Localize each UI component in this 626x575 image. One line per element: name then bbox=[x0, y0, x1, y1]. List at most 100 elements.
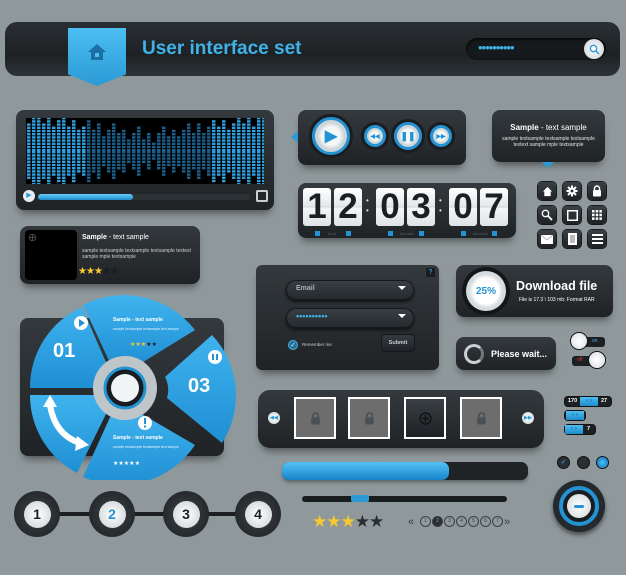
submit-button[interactable]: Submit bbox=[382, 335, 414, 351]
radio-checked[interactable]: ✓ bbox=[558, 457, 569, 468]
carousel-slot-locked[interactable] bbox=[460, 397, 502, 439]
eq-bar-cell bbox=[262, 123, 264, 126]
play-button[interactable]: ▶ bbox=[312, 117, 350, 155]
search-button[interactable] bbox=[538, 206, 556, 224]
mail-button[interactable] bbox=[538, 230, 556, 248]
spinner-arrows[interactable]: ‹ › bbox=[565, 425, 583, 434]
eq-bar-cell bbox=[112, 163, 116, 167]
menu-button[interactable] bbox=[588, 230, 606, 248]
segment-rating[interactable]: ★★★★★ bbox=[113, 460, 140, 467]
spinner-value-right: 27 bbox=[601, 398, 608, 404]
grid-button[interactable] bbox=[588, 206, 606, 224]
email-field[interactable]: Email bbox=[286, 280, 414, 300]
minus-knob-button[interactable] bbox=[553, 480, 605, 532]
password-field[interactable]: •••••••••• bbox=[286, 308, 414, 328]
card-rating[interactable]: ★★★★★ bbox=[78, 266, 119, 277]
page-4[interactable]: 4 bbox=[456, 516, 467, 527]
number-spinner[interactable]: 170 ‹ › 27 bbox=[565, 397, 611, 406]
eq-bar-cell bbox=[182, 133, 186, 136]
carousel-slot-locked[interactable] bbox=[348, 397, 390, 439]
star-icon[interactable]: ★ bbox=[326, 512, 341, 531]
radio-empty[interactable] bbox=[578, 457, 589, 468]
step-1[interactable]: 1 bbox=[14, 491, 60, 537]
eq-bar-cell bbox=[62, 118, 66, 120]
pagination-next[interactable]: » bbox=[504, 515, 510, 529]
star-icon[interactable]: ★ bbox=[110, 266, 119, 277]
eq-bar-cell bbox=[112, 139, 116, 142]
eq-bar-cell bbox=[137, 133, 141, 136]
home-button[interactable] bbox=[538, 182, 556, 200]
star-icon[interactable]: ★ bbox=[135, 460, 140, 467]
star-icon[interactable]: ★ bbox=[86, 266, 95, 277]
pause-icon[interactable] bbox=[208, 350, 222, 364]
star-icon[interactable]: ★ bbox=[78, 266, 87, 277]
spinner-arrows[interactable]: ‹ › bbox=[566, 411, 584, 420]
eq-bar-cell bbox=[192, 151, 196, 154]
remember-checkbox[interactable]: ✓ bbox=[288, 340, 298, 350]
add-icon[interactable]: ⊕ bbox=[28, 231, 37, 244]
fullscreen-icon[interactable] bbox=[256, 190, 268, 202]
slider-track[interactable] bbox=[302, 495, 507, 502]
toggle-off[interactable]: off bbox=[572, 352, 605, 368]
star-icon[interactable]: ★ bbox=[102, 266, 111, 277]
dial-knob[interactable] bbox=[111, 374, 139, 402]
eq-bar-cell bbox=[187, 126, 191, 129]
play-icon[interactable]: ▶ bbox=[23, 190, 35, 202]
rewind-button[interactable]: ◀◀ bbox=[364, 125, 386, 147]
page-2[interactable]: 2 bbox=[432, 516, 443, 527]
page-7[interactable]: 7 bbox=[492, 516, 503, 527]
card-thumbnail[interactable]: ⊕ bbox=[25, 230, 77, 280]
page-1[interactable]: 1 bbox=[420, 516, 431, 527]
number-spinner[interactable]: ‹ › 7 bbox=[565, 425, 595, 434]
clock-label-seconds: seconds bbox=[473, 231, 488, 236]
pause-button[interactable]: ❚❚ bbox=[394, 122, 422, 150]
toggle-on[interactable]: on bbox=[571, 333, 605, 349]
pagination-prev[interactable]: « bbox=[408, 515, 414, 529]
eq-bar-cell bbox=[192, 145, 196, 149]
page-6[interactable]: 6 bbox=[480, 516, 491, 527]
eq-bar-cell bbox=[157, 160, 161, 163]
home-ribbon[interactable] bbox=[68, 28, 126, 86]
document-button[interactable] bbox=[563, 230, 581, 248]
carousel-slot-add[interactable] bbox=[404, 397, 446, 439]
carousel-prev-button[interactable]: ◀◀ bbox=[268, 412, 280, 424]
star-icon[interactable]: ★ bbox=[94, 266, 103, 277]
progress-track[interactable] bbox=[38, 194, 250, 200]
star-icon[interactable]: ★ bbox=[369, 512, 384, 531]
page-5[interactable]: 5 bbox=[468, 516, 479, 527]
eq-bar-cell bbox=[212, 176, 216, 179]
eq-bar-cell bbox=[247, 145, 251, 149]
eq-bar-cell bbox=[97, 136, 101, 139]
step-4[interactable]: 4 bbox=[235, 491, 281, 537]
eq-bar-cell bbox=[247, 120, 251, 123]
star-icon[interactable]: ★ bbox=[341, 512, 356, 531]
search-button[interactable] bbox=[584, 39, 604, 59]
step-3[interactable]: 3 bbox=[163, 491, 209, 537]
eq-bar-cell bbox=[252, 154, 256, 157]
carousel-slot-locked[interactable] bbox=[294, 397, 336, 439]
spinner-arrows[interactable]: ‹ › bbox=[580, 397, 598, 406]
page-3[interactable]: 3 bbox=[444, 516, 455, 527]
star-icon[interactable]: ★ bbox=[312, 512, 327, 531]
segment-rating[interactable]: ★★★★★ bbox=[130, 341, 157, 348]
eq-bar-cell bbox=[197, 139, 201, 142]
number-spinner[interactable]: ‹ › bbox=[565, 411, 585, 420]
fast-forward-button[interactable]: ▶▶ bbox=[430, 125, 452, 147]
star-icon[interactable]: ★ bbox=[152, 341, 157, 348]
eq-bar-cell bbox=[222, 176, 226, 179]
star-icon[interactable]: ★ bbox=[355, 512, 370, 531]
help-button[interactable]: ? bbox=[426, 268, 435, 277]
eq-bar-cell bbox=[172, 160, 176, 163]
eq-bar-cell bbox=[207, 173, 211, 176]
window-button[interactable] bbox=[563, 206, 581, 224]
lock-button[interactable] bbox=[588, 182, 606, 200]
search-input[interactable]: •••••••••• bbox=[466, 38, 606, 60]
star-rating[interactable]: ★★★★★ bbox=[312, 512, 384, 532]
slider-thumb[interactable] bbox=[351, 495, 370, 502]
carousel-next-button[interactable]: ▶▶ bbox=[522, 412, 534, 424]
download-panel[interactable]: 25% Download file File is 17.3 \ 103 mb:… bbox=[456, 265, 613, 317]
settings-button[interactable] bbox=[563, 182, 581, 200]
eq-bar-cell bbox=[172, 151, 176, 154]
step-2[interactable]: 2 bbox=[89, 491, 135, 537]
radio-selected[interactable] bbox=[597, 457, 608, 468]
